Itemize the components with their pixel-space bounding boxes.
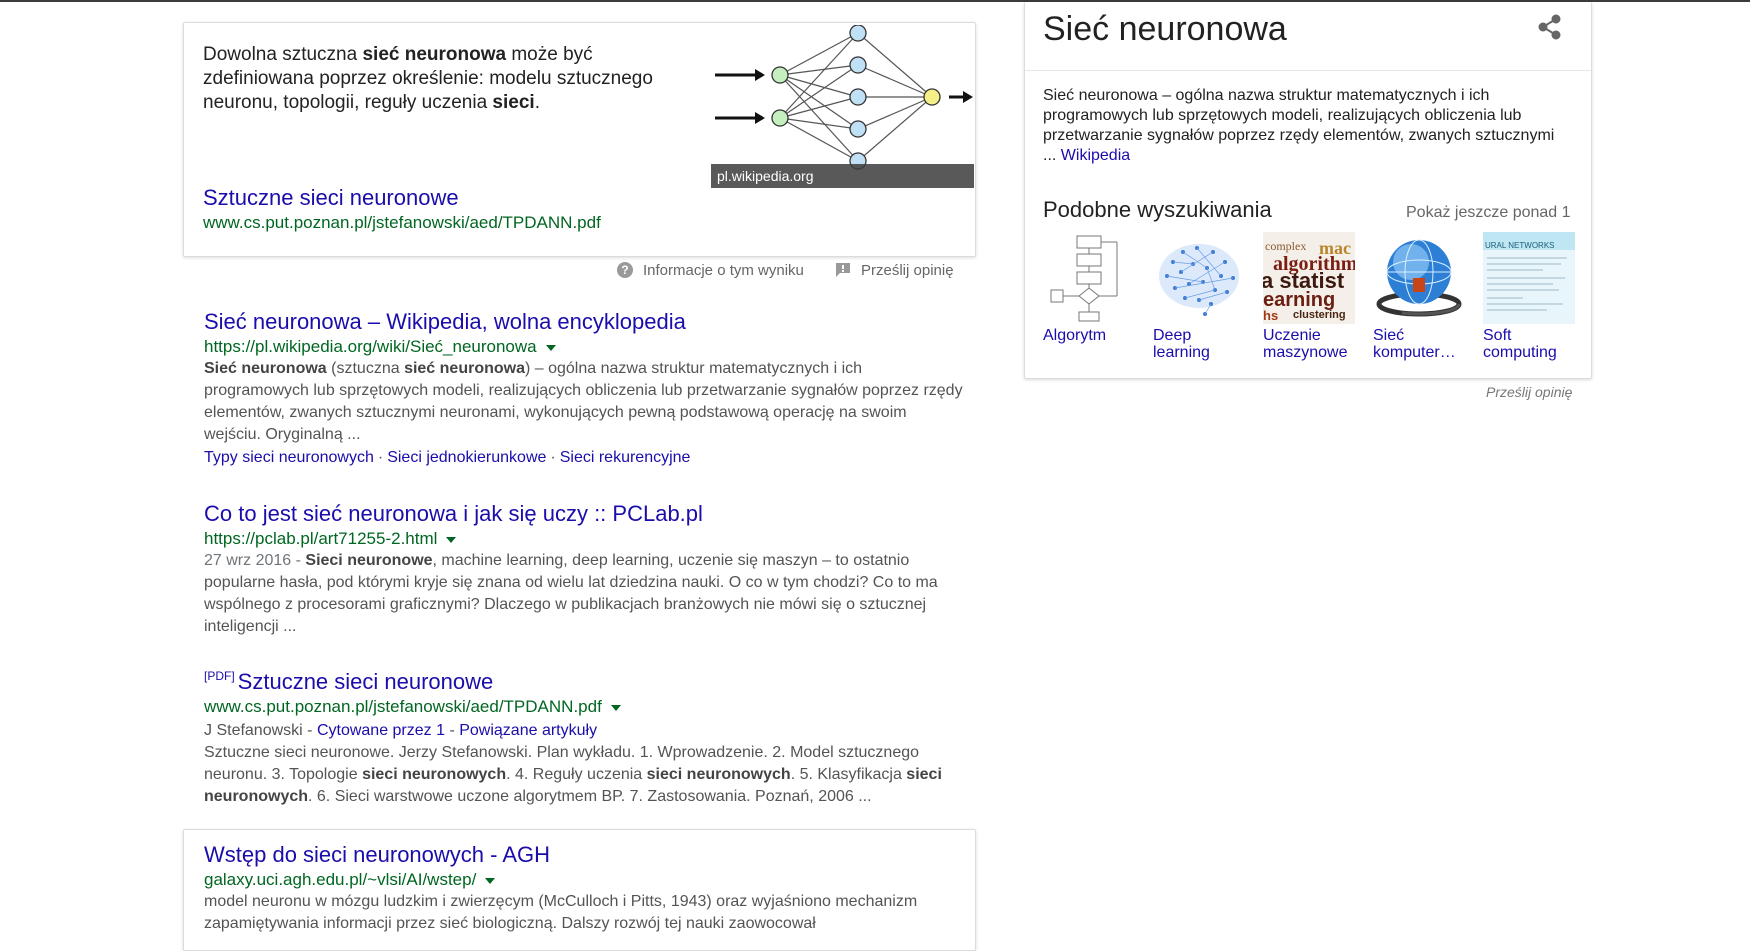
result-snippet: 27 wrz 2016 - Sieci neuronowe, machine l… (204, 552, 938, 635)
result-title-link[interactable]: Co to jest sieć neuronowa i jak się uczy… (204, 500, 964, 528)
cited-by-link[interactable]: Cytowane przez 1 (317, 722, 445, 739)
result-title-link[interactable]: [PDF] Sztuczne sieci neuronowe (204, 668, 964, 696)
search-result: Sieć neuronowa – Wikipedia, wolna encykl… (204, 308, 964, 469)
similar-item-label: Uczenie maszynowe (1263, 327, 1348, 361)
dropdown-arrow-icon[interactable] (485, 877, 496, 884)
brain-network-thumbnail (1153, 232, 1245, 324)
sitelinks: Typy sieci neuronowych · Sieci jednokierun… (204, 449, 691, 466)
similar-item-label: Algorytm (1043, 327, 1107, 344)
similar-item-deep-learning[interactable]: Deep learning (1153, 232, 1245, 361)
similar-item-label: Sieć komputer… (1373, 327, 1456, 361)
word-cloud-word: complex (1265, 239, 1306, 253)
word-cloud-word: clustering (1293, 309, 1346, 321)
result-snippet: Sztuczne sieci neuronowe. Jerzy Stefanow… (204, 744, 942, 805)
similar-searches-heading: Podobne wyszukiwania (1043, 197, 1272, 222)
image-source-caption: pl.wikipedia.org (711, 164, 974, 188)
knowledge-panel: Sieć neuronowa Sieć neuronowa – ogólna n… (1024, 2, 1592, 379)
result-url: galaxy.uci.agh.edu.pl/~vlsi/AI/wstep/ (204, 869, 964, 891)
wikipedia-link[interactable]: Wikipedia (1061, 147, 1130, 164)
result-snippet: Sieć neuronowa (sztuczna sieć neuronowa)… (204, 360, 963, 443)
result-url: https://pl.wikipedia.org/wiki/Sieć_neuro… (204, 336, 964, 358)
similar-item-label: Soft computing (1483, 327, 1557, 361)
flowchart-thumbnail (1043, 232, 1135, 324)
result-meta: J Stefanowski - Cytowane przez 1 - Powią… (204, 722, 598, 739)
result-snippet: model neuronu w mózgu ludzkim i zwierzęc… (204, 893, 918, 932)
divider (1025, 70, 1591, 71)
featured-snippet-card: Dowolna sztuczna sieć neuronowa może być… (183, 22, 976, 257)
similar-item-label: Deep learning (1153, 327, 1210, 361)
result-url: https://pclab.pl/art71255-2.html (204, 528, 964, 550)
pdf-badge: [PDF] (204, 669, 235, 683)
search-result: Co to jest sieć neuronowa i jak się uczy… (204, 500, 964, 638)
search-result: [PDF] Sztuczne sieci neuronowe www.cs.put… (204, 668, 964, 808)
knowledge-panel-description: Sieć neuronowa – ogólna nazwa struktur m… (1043, 87, 1555, 164)
word-cloud-word: hs (1263, 308, 1278, 323)
knowledge-panel-feedback-link[interactable]: Prześlij opinię (1486, 384, 1572, 400)
globe-network-thumbnail (1373, 232, 1465, 324)
document-thumbnail: URAL NETWORKS (1483, 232, 1575, 324)
dropdown-arrow-icon[interactable] (545, 344, 556, 351)
about-result-link[interactable]: ? Informacje o tym wyniku (617, 258, 804, 282)
similar-searches-list: Algorytm Deep learning complex mac algor… (1043, 232, 1583, 372)
word-cloud-thumbnail: complex mac algorithm a statist earning … (1263, 232, 1355, 324)
document-heading-text: URAL NETWORKS (1485, 241, 1555, 250)
similar-item-siec-komputerowa[interactable]: Sieć komputer… (1373, 232, 1465, 361)
result-title-link[interactable]: Wstęp do sieci neuronowych - AGH (204, 841, 964, 869)
result-date: 27 wrz 2016 - (204, 552, 306, 569)
sitelink[interactable]: Sieci rekurencyjne (560, 449, 691, 466)
knowledge-panel-title: Sieć neuronowa (1043, 10, 1287, 48)
sitelink[interactable]: Typy sieci neuronowych (204, 449, 374, 466)
similar-item-algorytm[interactable]: Algorytm (1043, 232, 1135, 344)
question-icon: ? (617, 262, 633, 278)
snippet-feedback-label: Prześlij opinię (861, 261, 954, 279)
show-more-link[interactable]: Pokaż jeszcze ponad 1 (1406, 204, 1571, 222)
sitelink[interactable]: Sieci jednokierunkowe (387, 449, 546, 466)
snippet-feedback-link[interactable]: Prześlij opinię (835, 258, 954, 282)
featured-snippet-text: Dowolna sztuczna sieć neuronowa może być… (203, 44, 653, 113)
dropdown-arrow-icon[interactable] (610, 704, 621, 711)
about-result-label: Informacje o tym wyniku (643, 261, 804, 279)
result-title-link[interactable]: Sieć neuronowa – Wikipedia, wolna encykl… (204, 308, 964, 336)
feedback-flag-icon (835, 263, 851, 277)
similar-item-uczenie-maszynowe[interactable]: complex mac algorithm a statist earning … (1263, 232, 1355, 361)
dropdown-arrow-icon[interactable] (446, 536, 457, 543)
share-icon[interactable] (1535, 12, 1565, 42)
featured-snippet-url: www.cs.put.poznan.pl/jstefanowski/aed/TP… (203, 213, 601, 232)
related-articles-link[interactable]: Powiązane artykuły (459, 722, 597, 739)
result-url: www.cs.put.poznan.pl/jstefanowski/aed/TP… (204, 696, 964, 718)
similar-item-soft-computing[interactable]: URAL NETWORKS Soft computing (1483, 232, 1575, 361)
featured-snippet-title-link[interactable]: Sztuczne sieci neuronowe (203, 185, 459, 211)
search-result: Wstęp do sieci neuronowych - AGH galaxy.… (204, 841, 964, 935)
